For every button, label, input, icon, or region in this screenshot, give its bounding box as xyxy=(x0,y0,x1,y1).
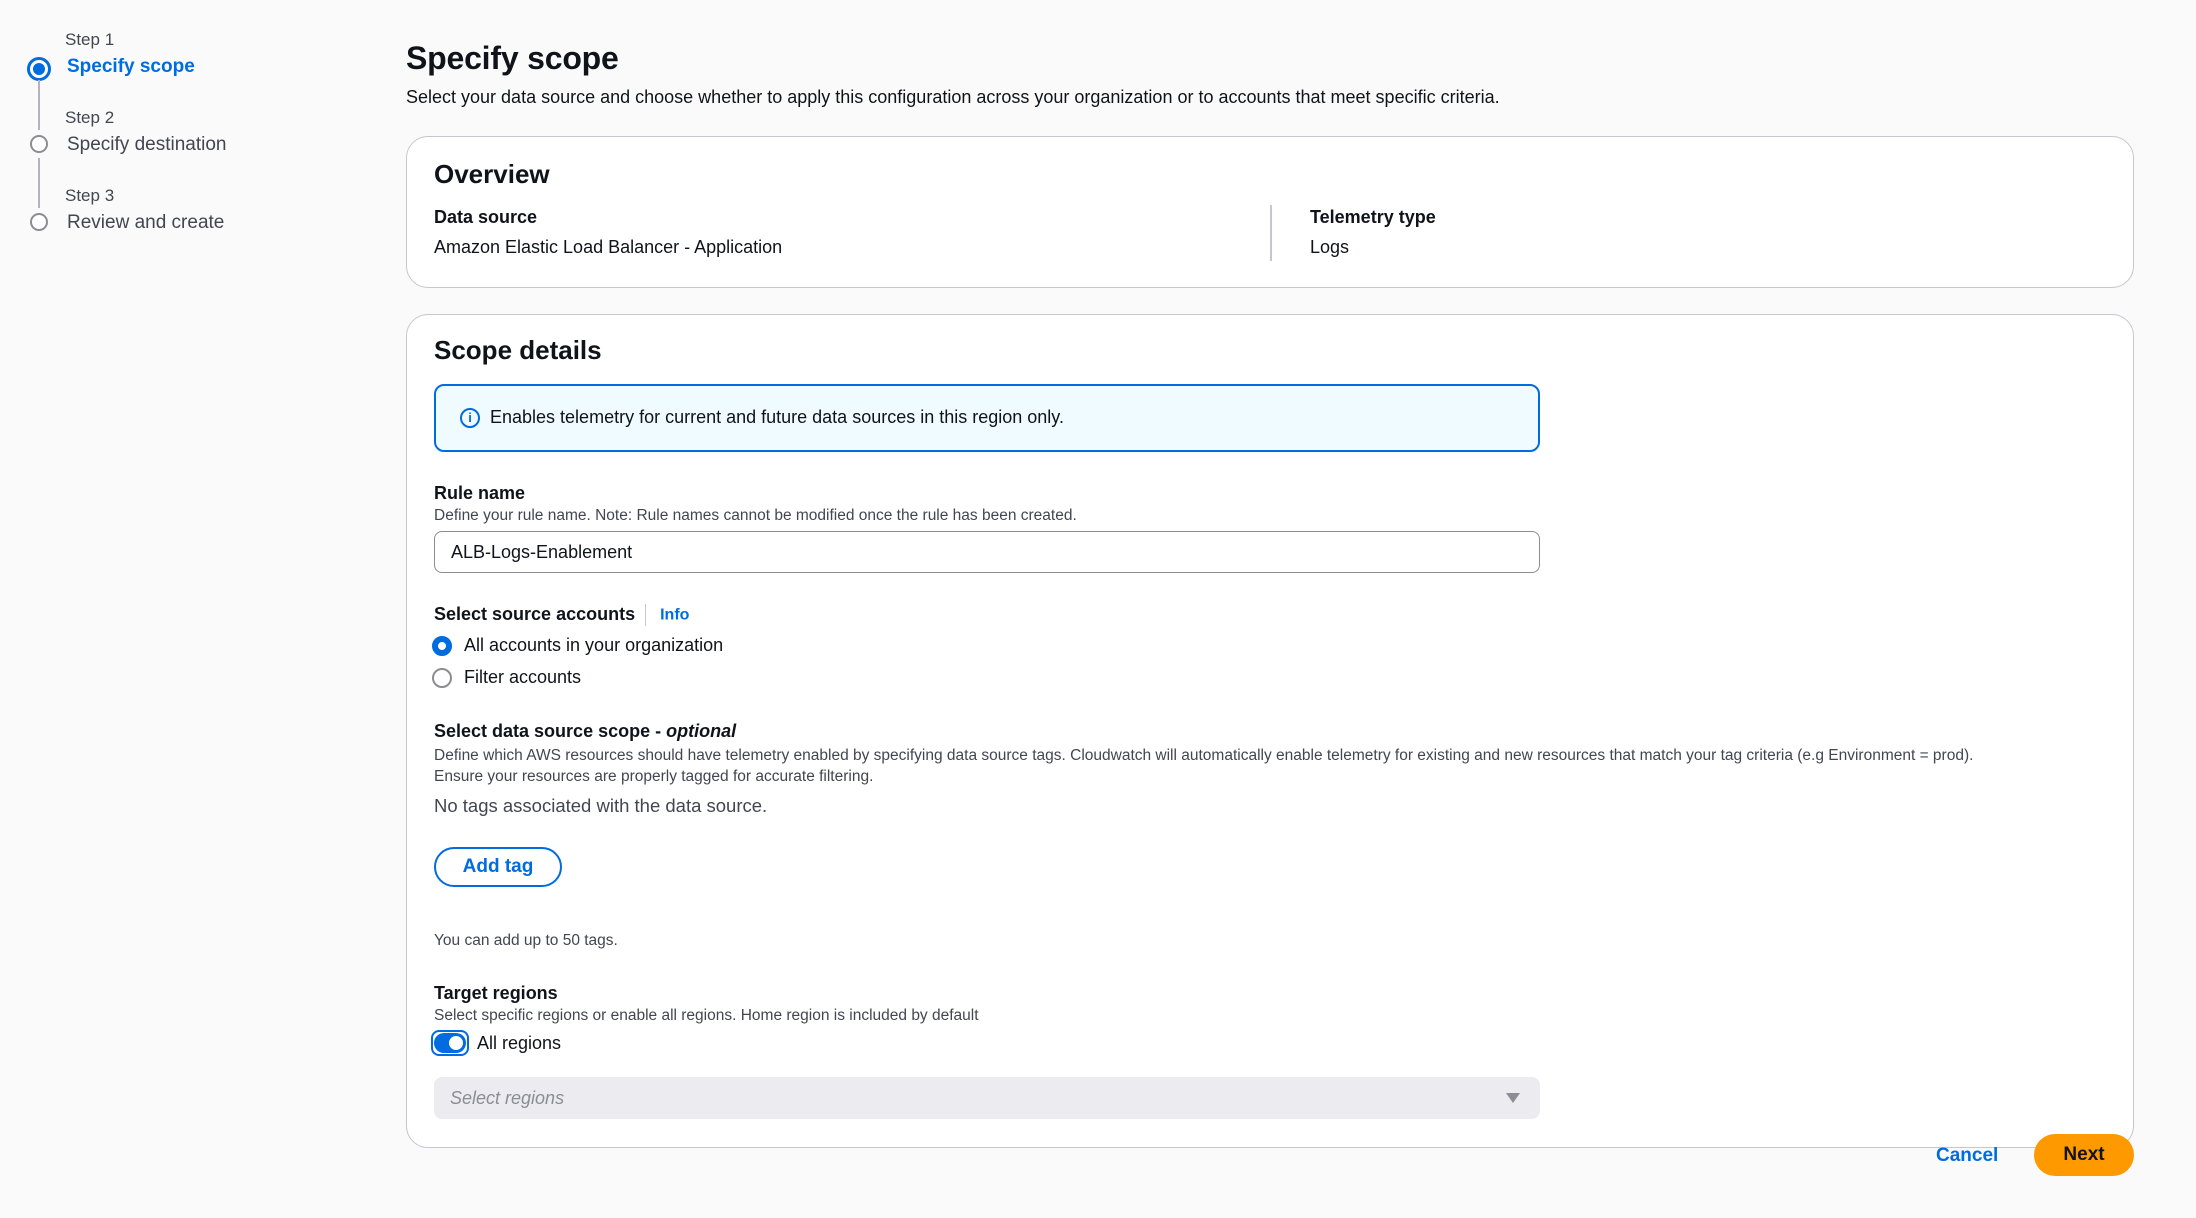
select-regions-dropdown: Select regions xyxy=(434,1077,1540,1119)
wizard-step-2: Step 2 Specify destination xyxy=(30,106,360,208)
step-title-review-and-create: Review and create xyxy=(67,212,225,233)
radio-label-filter-accounts: Filter accounts xyxy=(464,667,582,687)
toggle-focus-ring xyxy=(431,1030,469,1056)
data-source-scope-description-1: Define which AWS resources should have t… xyxy=(434,747,1974,764)
scope-details-card: Scope details i Enables telemetry for cu… xyxy=(406,314,2134,1148)
overview-heading: Overview xyxy=(434,159,550,189)
page-title: Specify scope xyxy=(406,40,619,76)
wizard-navigation: Step 1 Specify scope Step 2 Specify dest… xyxy=(27,28,360,262)
toggle-knob xyxy=(449,1036,463,1050)
step-active-indicator-icon xyxy=(27,57,51,81)
no-tags-text: No tags associated with the data source. xyxy=(434,795,768,816)
all-regions-toggle[interactable] xyxy=(434,1033,466,1053)
data-source-value: Amazon Elastic Load Balancer - Applicati… xyxy=(434,237,783,257)
source-accounts-info-link[interactable]: Info xyxy=(660,606,689,623)
info-alert: i Enables telemetry for current and futu… xyxy=(434,384,1540,452)
rule-name-description: Define your rule name. Note: Rule names … xyxy=(434,507,1077,524)
step-title-specify-scope[interactable]: Specify scope xyxy=(67,56,195,78)
next-button[interactable]: Next xyxy=(2034,1134,2134,1176)
add-tag-button[interactable]: Add tag xyxy=(434,847,562,887)
step-number: Step 2 xyxy=(65,108,115,127)
step-inactive-indicator-icon xyxy=(30,213,48,231)
info-alert-text: Enables telemetry for current and future… xyxy=(490,407,1064,427)
tag-limit-text: You can add up to 50 tags. xyxy=(434,932,618,949)
radio-button-unchecked[interactable] xyxy=(432,667,452,688)
select-regions-placeholder: Select regions xyxy=(450,1087,565,1108)
step-number: Step 3 xyxy=(65,186,115,205)
scope-details-heading: Scope details xyxy=(434,335,602,365)
main-content: Specify scope Select your data source an… xyxy=(406,40,2134,1148)
all-regions-toggle-row[interactable]: All regions xyxy=(431,1030,561,1056)
rule-name-label: Rule name xyxy=(434,483,526,503)
overview-card: Overview Data source Amazon Elastic Load… xyxy=(406,136,2134,288)
data-source-column: Data source Amazon Elastic Load Balancer… xyxy=(434,207,782,258)
telemetry-type-label: Telemetry type xyxy=(1310,207,1436,227)
column-divider xyxy=(1270,205,1272,261)
data-source-scope-label: Select data source scope - optional xyxy=(434,721,736,742)
radio-label-all-accounts: All accounts in your organization xyxy=(464,635,724,655)
wizard-step-3: Step 3 Review and create xyxy=(30,184,360,262)
radio-filter-accounts[interactable]: Filter accounts xyxy=(432,667,581,688)
page-description: Select your data source and choose wheth… xyxy=(406,87,1500,107)
radio-all-accounts[interactable]: All accounts in your organization xyxy=(432,635,723,656)
data-source-scope-label-text: Select data source scope - xyxy=(434,721,667,741)
telemetry-type-value: Logs xyxy=(1310,237,1350,257)
data-source-label: Data source xyxy=(434,207,538,227)
target-regions-label: Target regions xyxy=(434,983,558,1003)
optional-tag: optional xyxy=(666,721,737,741)
step-number: Step 1 xyxy=(65,30,115,49)
telemetry-type-column: Telemetry type Logs xyxy=(1310,207,1436,258)
info-link-separator xyxy=(645,604,647,627)
info-circle-icon: i xyxy=(460,408,480,428)
wizard-step-1[interactable]: Step 1 Specify scope xyxy=(27,28,360,130)
target-regions-description: Select specific regions or enable all re… xyxy=(434,1007,979,1024)
all-regions-toggle-label: All regions xyxy=(477,1032,562,1053)
radio-button-checked[interactable] xyxy=(432,635,452,656)
step-inactive-indicator-icon xyxy=(30,135,48,153)
rule-name-input[interactable] xyxy=(434,531,1540,573)
data-source-scope-description-2: Ensure your resources are properly tagge… xyxy=(434,768,874,785)
step-title-specify-destination: Specify destination xyxy=(67,134,227,155)
cancel-button[interactable]: Cancel xyxy=(1936,1135,1998,1177)
caret-down-icon xyxy=(1506,1093,1520,1103)
source-accounts-label-row: Select source accounts Info xyxy=(434,604,689,627)
source-accounts-label: Select source accounts xyxy=(434,604,636,624)
